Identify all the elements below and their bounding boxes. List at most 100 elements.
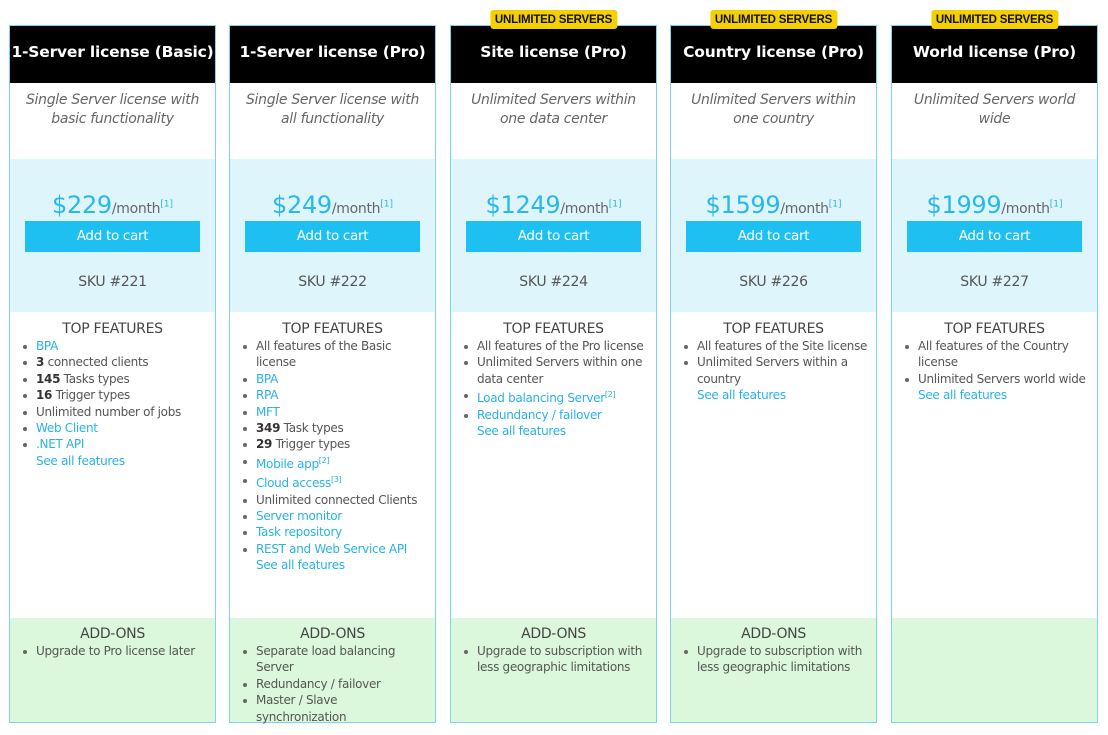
add-to-cart-button[interactable]: Add to cart bbox=[25, 221, 200, 252]
price-footnote-link[interactable]: [1] bbox=[380, 200, 393, 210]
add-to-cart-button[interactable]: Add to cart bbox=[907, 221, 1082, 252]
add-ons-section: ADD-ONS Upgrade to subscription with les… bbox=[671, 618, 876, 722]
feature-item: Unlimited connected Clients bbox=[243, 492, 427, 508]
feature-item[interactable]: MFT bbox=[243, 404, 427, 420]
feature-item[interactable]: Cloud access[3] bbox=[243, 472, 427, 491]
price-line: $229/month[1] bbox=[10, 189, 215, 221]
feature-link[interactable]: Task repository bbox=[256, 525, 342, 539]
feature-footnote-link[interactable]: [2] bbox=[605, 390, 616, 399]
see-all-features-link[interactable]: See all features bbox=[918, 387, 1089, 403]
feature-link[interactable]: MFT bbox=[256, 405, 280, 419]
unlimited-servers-badge: UNLIMITED SERVERS bbox=[930, 10, 1059, 29]
price-footnote-link[interactable]: [1] bbox=[160, 200, 173, 210]
feature-item: 16 Trigger types bbox=[23, 387, 207, 403]
feature-link[interactable]: Redundancy / failover bbox=[477, 408, 602, 422]
price-section: $1599/month[1] Add to cart SKU #226 bbox=[671, 159, 876, 312]
plan-card-5: UNLIMITED SERVERS World license (Pro) Un… bbox=[891, 10, 1098, 723]
feature-item[interactable]: Server monitor bbox=[243, 508, 427, 524]
feature-item: 145 Tasks types bbox=[23, 371, 207, 387]
sku-label: SKU #224 bbox=[519, 274, 588, 290]
feature-footnote-link[interactable]: [2] bbox=[319, 456, 330, 465]
add-ons-list: Upgrade to subscription with less geogra… bbox=[451, 643, 656, 676]
price-period: /month bbox=[560, 201, 609, 217]
feature-link[interactable]: Server monitor bbox=[256, 509, 342, 523]
feature-text: All features of the Pro license bbox=[477, 339, 644, 353]
plan-card-4: UNLIMITED SERVERS Country license (Pro) … bbox=[670, 10, 877, 723]
feature-link[interactable]: REST and Web Service API bbox=[256, 542, 407, 556]
add-ons-heading: ADD-ONS bbox=[741, 626, 806, 642]
feature-item[interactable]: Task repository bbox=[243, 524, 427, 540]
feature-item: All features of the Country license bbox=[905, 338, 1089, 371]
features-list: BPA 3 connected clients 145 Tasks types 16 … bbox=[10, 338, 215, 469]
price-section: $1999/month[1] Add to cart SKU #227 bbox=[892, 159, 1097, 312]
feature-text: All features of the Basic license bbox=[256, 339, 392, 370]
feature-text: Unlimited Servers within a country bbox=[697, 355, 848, 386]
feature-link[interactable]: Mobile app bbox=[256, 457, 319, 471]
add-on-item: Master / Slave synchronization bbox=[243, 692, 427, 725]
feature-item[interactable]: REST and Web Service API bbox=[243, 541, 427, 557]
plan-title: World license (Pro) bbox=[892, 26, 1097, 83]
feature-text: Tasks types bbox=[60, 371, 130, 386]
feature-item: 29 Trigger types bbox=[243, 436, 427, 452]
feature-count: 16 bbox=[36, 388, 53, 403]
feature-link[interactable]: Web Client bbox=[36, 421, 98, 435]
add-ons-section bbox=[892, 618, 1097, 722]
price-footnote-link[interactable]: [1] bbox=[609, 200, 622, 210]
feature-item[interactable]: Load balancing Server[2] bbox=[464, 387, 648, 406]
feature-item[interactable]: .NET API bbox=[23, 436, 207, 452]
add-to-cart-button[interactable]: Add to cart bbox=[686, 221, 861, 252]
feature-text: Unlimited number of jobs bbox=[36, 404, 181, 419]
feature-item[interactable]: Web Client bbox=[23, 420, 207, 436]
add-ons-section: ADD-ONS Upgrade to subscription with les… bbox=[451, 618, 656, 722]
plan-description: Unlimited Servers within one data center bbox=[471, 92, 636, 127]
feature-item: Unlimited Servers world wide bbox=[905, 371, 1089, 387]
top-features-section: TOP FEATURES All features of the Pro lic… bbox=[451, 312, 656, 618]
price-line: $1249/month[1] bbox=[451, 189, 656, 221]
feature-footnote-link[interactable]: [3] bbox=[331, 475, 342, 484]
feature-item: All features of the Basic license bbox=[243, 338, 427, 371]
plan-title: 1-Server license (Pro) bbox=[230, 26, 435, 83]
add-ons-list: Upgrade to subscription with less geogra… bbox=[671, 643, 876, 676]
unlimited-servers-badge: UNLIMITED SERVERS bbox=[489, 10, 618, 29]
sku-label: SKU #222 bbox=[298, 274, 367, 290]
plan-description: Single Server license with all functiona… bbox=[245, 92, 420, 127]
feature-text: Trigger types bbox=[272, 437, 351, 452]
feature-text: All features of the Country license bbox=[918, 339, 1069, 370]
feature-text: Unlimited Servers world wide bbox=[918, 371, 1086, 386]
feature-item[interactable]: BPA bbox=[23, 338, 207, 354]
add-on-item: Redundancy / failover bbox=[243, 676, 427, 692]
feature-link[interactable]: BPA bbox=[36, 339, 58, 353]
plan-description: Unlimited Servers within one country bbox=[691, 92, 856, 127]
price-footnote-link[interactable]: [1] bbox=[829, 200, 842, 210]
top-features-heading: TOP FEATURES bbox=[62, 321, 163, 337]
feature-item[interactable]: Redundancy / failover bbox=[464, 407, 648, 423]
add-to-cart-button[interactable]: Add to cart bbox=[245, 221, 420, 252]
price-amount: $1599 bbox=[705, 191, 781, 219]
feature-item: 349 Task types bbox=[243, 420, 427, 436]
price-line: $249/month[1] bbox=[230, 189, 435, 221]
see-all-features-link[interactable]: See all features bbox=[256, 557, 427, 573]
top-features-heading: TOP FEATURES bbox=[503, 321, 604, 337]
sku-label: SKU #221 bbox=[78, 274, 147, 290]
price-line: $1599/month[1] bbox=[671, 189, 876, 221]
features-list: All features of the Pro license Unlimited… bbox=[451, 338, 656, 439]
add-to-cart-button[interactable]: Add to cart bbox=[466, 221, 641, 252]
top-features-section: TOP FEATURES All features of the Basic l… bbox=[230, 312, 435, 618]
see-all-features-link[interactable]: See all features bbox=[697, 387, 868, 403]
price-footnote-link[interactable]: [1] bbox=[1050, 200, 1063, 210]
see-all-features-link[interactable]: See all features bbox=[477, 423, 648, 439]
feature-item[interactable]: BPA bbox=[243, 371, 427, 387]
feature-link[interactable]: Load balancing Server bbox=[477, 391, 605, 405]
feature-item[interactable]: Mobile app[2] bbox=[243, 453, 427, 472]
feature-count: 3 bbox=[36, 355, 45, 370]
feature-item: All features of the Pro license bbox=[464, 338, 648, 354]
feature-link[interactable]: BPA bbox=[256, 372, 278, 386]
feature-item[interactable]: RPA bbox=[243, 387, 427, 403]
see-all-features-link[interactable]: See all features bbox=[36, 453, 207, 469]
feature-link[interactable]: Cloud access bbox=[256, 476, 331, 490]
feature-link[interactable]: RPA bbox=[256, 388, 278, 402]
feature-item: All features of the Site license bbox=[684, 338, 868, 354]
features-list: All features of the Site license Unlimite… bbox=[671, 338, 876, 404]
price-period: /month bbox=[1001, 201, 1050, 217]
feature-link[interactable]: .NET API bbox=[36, 437, 84, 451]
